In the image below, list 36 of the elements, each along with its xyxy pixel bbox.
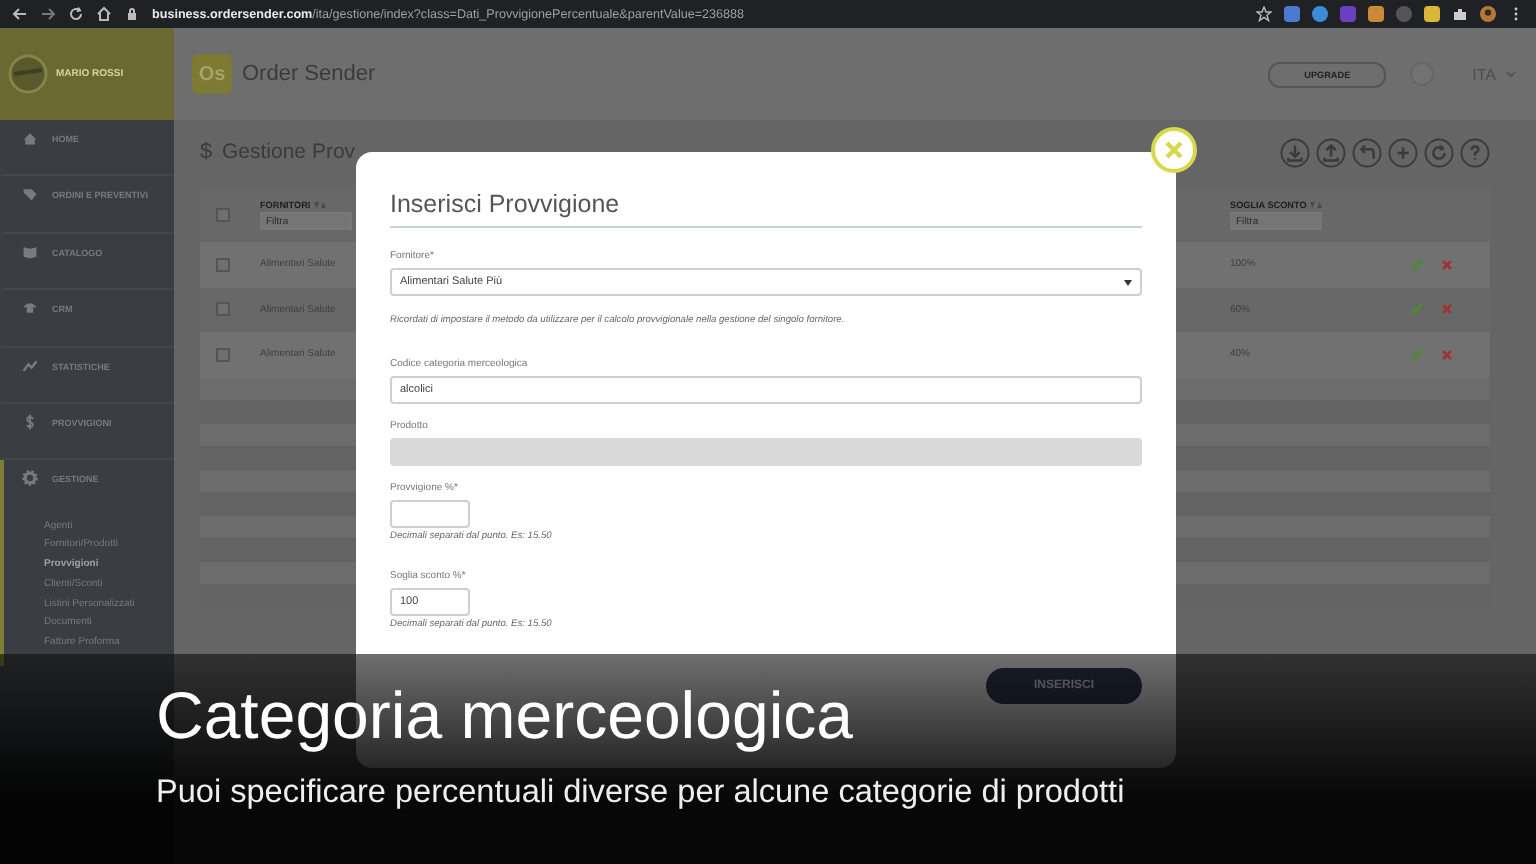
caption-subtitle: Puoi specificare percentuali diverse per alcune categorie di prodotti <box>156 773 1125 812</box>
gear-icon <box>22 470 38 487</box>
plus-icon[interactable] <box>1388 137 1418 167</box>
avatar-icon[interactable] <box>1480 6 1496 22</box>
undo-icon[interactable] <box>1352 137 1382 167</box>
delete-icon[interactable] <box>1440 257 1454 272</box>
input-field[interactable] <box>390 500 470 528</box>
reload-icon[interactable] <box>68 6 84 22</box>
dialog-title: Inserisci Provvigione <box>390 190 1142 228</box>
checkbox[interactable] <box>216 208 230 222</box>
home-icon <box>22 130 38 146</box>
pencil-icon[interactable] <box>1410 257 1424 272</box>
book-icon <box>22 243 38 260</box>
upload-icon[interactable] <box>1316 137 1346 167</box>
star-icon[interactable] <box>1256 6 1272 22</box>
pencil-icon[interactable] <box>1410 302 1424 317</box>
download-icon[interactable] <box>1280 137 1310 167</box>
caption-title: Categoria merceologica <box>156 682 854 752</box>
refresh-icon[interactable] <box>1424 137 1454 167</box>
checkbox[interactable] <box>216 257 230 272</box>
close-icon[interactable] <box>1150 126 1198 174</box>
delete-icon[interactable] <box>1440 302 1454 317</box>
pencil-icon[interactable] <box>1410 347 1424 362</box>
avatar-icon <box>8 54 48 94</box>
dollar-icon <box>22 413 38 430</box>
forward-icon[interactable] <box>40 6 56 22</box>
tag-icon <box>22 186 38 203</box>
dollar-icon: $ <box>200 140 222 164</box>
puzzle-icon[interactable] <box>1452 6 1468 22</box>
lock-icon <box>124 6 140 22</box>
checkbox[interactable] <box>216 302 230 317</box>
delete-icon[interactable] <box>1440 347 1454 362</box>
checkbox[interactable] <box>216 347 230 362</box>
chart-icon <box>22 357 38 374</box>
back-icon[interactable] <box>12 6 28 22</box>
home-icon[interactable] <box>96 6 112 22</box>
